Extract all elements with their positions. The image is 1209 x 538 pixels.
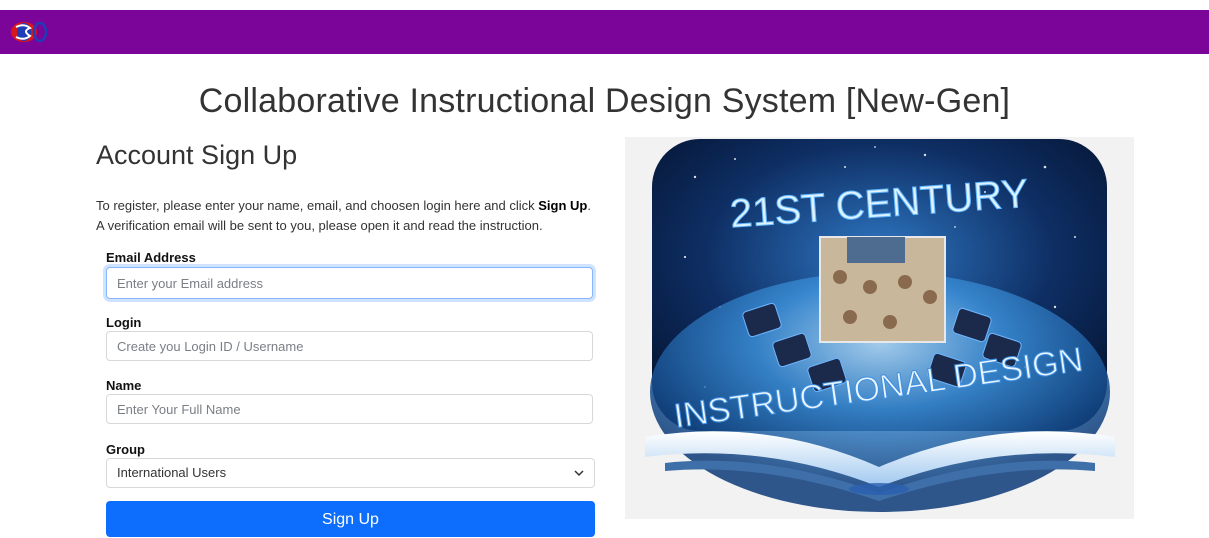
chevron-down-icon [574,470,584,477]
sign-up-button[interactable]: Sign Up [106,501,595,537]
21st-century-instructional-design-image: 21ST CENTURY INSTRUCTIONAL DESIGN [625,137,1134,519]
intro-bold-signup: Sign Up [538,198,588,213]
form-instructions: To register, please enter your name, ema… [96,196,606,236]
hero-illustration: 21ST CENTURY INSTRUCTIONAL DESIGN [645,139,1115,512]
intro-period: . [587,198,591,213]
login-field[interactable] [106,331,593,361]
group-selected-value: International Users [117,465,227,480]
email-label: Email Address [106,250,196,265]
email-field[interactable] [106,267,593,299]
form-heading: Account Sign Up [96,140,298,170]
name-label: Name [106,378,142,393]
group-label: Group [106,442,145,457]
name-field[interactable] [106,394,593,424]
intro-line-2: A verification email will be sent to you… [96,218,543,233]
group-select[interactable]: International Users [106,458,595,488]
login-label: Login [106,315,142,330]
sd-logo-icon[interactable] [6,21,50,43]
intro-text: To register, please enter your name, ema… [96,198,539,213]
page-title: Collaborative Instructional Design Syste… [198,82,1011,120]
top-navbar [0,10,1209,54]
